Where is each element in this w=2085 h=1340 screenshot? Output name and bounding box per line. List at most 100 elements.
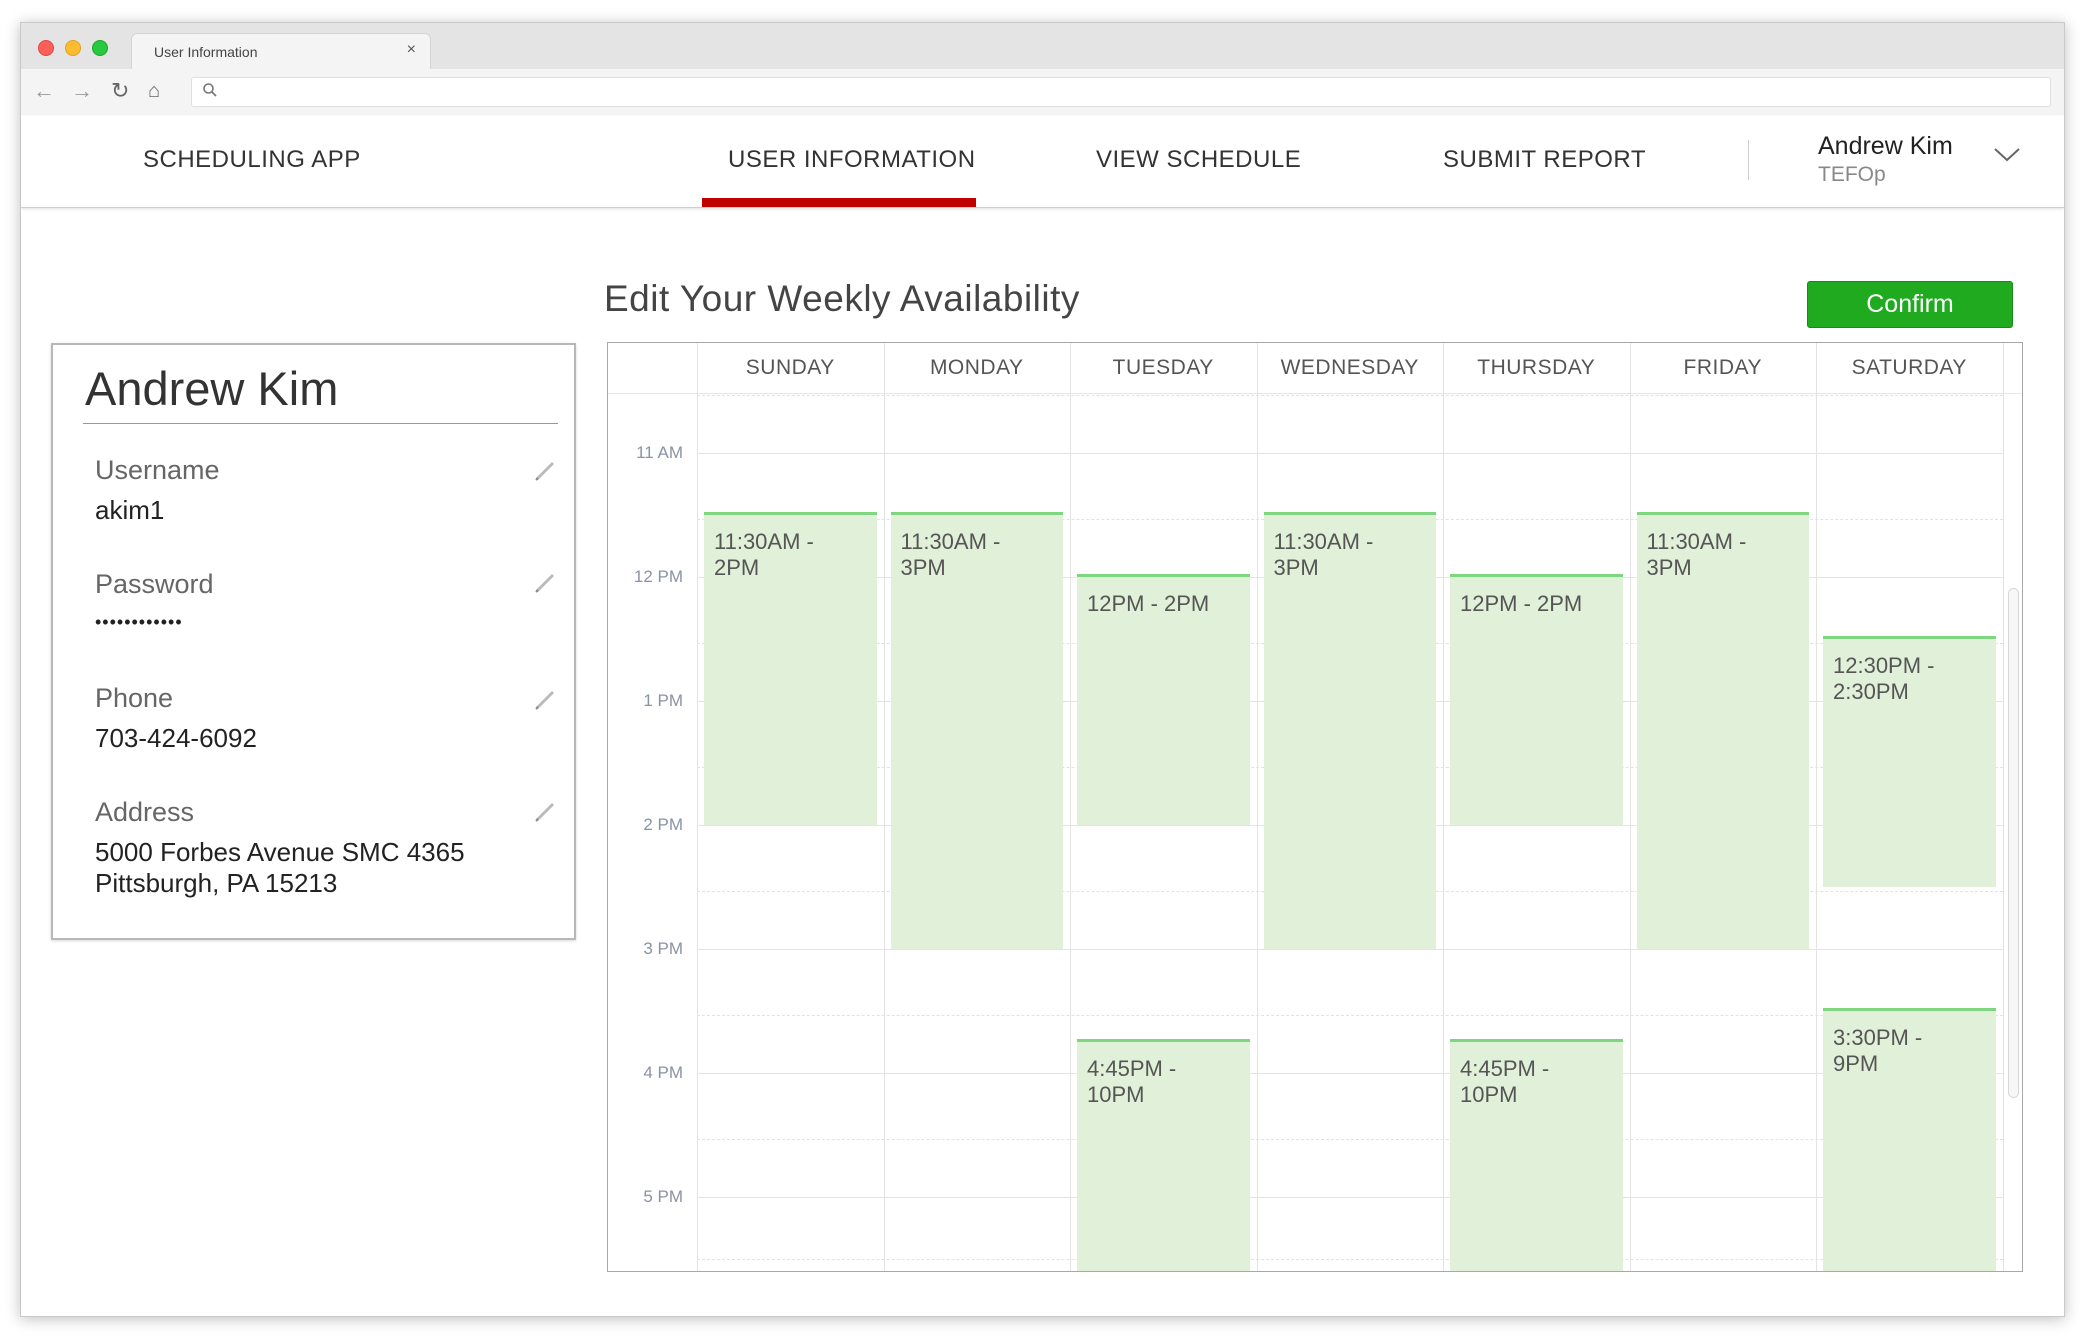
availability-block-label: 12:30PM -2:30PM — [1833, 653, 1935, 705]
active-nav-indicator — [702, 198, 976, 207]
block-label-line2: 3PM — [900, 555, 946, 580]
block-label-line1: 4:45PM - — [1460, 1056, 1550, 1081]
phone-value: 703-424-6092 — [95, 723, 257, 753]
grid-column-line — [2002, 343, 2004, 1271]
arrow-right-icon[interactable]: → — [71, 79, 93, 103]
block-label-line1: 3:30PM - — [1833, 1025, 1923, 1050]
time-label: 11 AM — [636, 443, 683, 462]
block-label-line1: 11:30AM - — [1273, 529, 1374, 554]
address-label: Address — [95, 797, 195, 827]
day-header-tuesday: TUESDAY — [1112, 356, 1214, 379]
block-label-line2: 3PM — [1646, 555, 1692, 580]
half-hour-line — [697, 1259, 2003, 1260]
availability-block[interactable]: 3:30PM -9PM — [1823, 1008, 1996, 1271]
availability-block[interactable]: 11:30AM -3PM — [1263, 512, 1436, 949]
block-label-line1: 11:30AM - — [1646, 529, 1747, 554]
browser-tab[interactable]: User Information × — [131, 33, 431, 69]
profile-divider — [83, 423, 558, 424]
pencil-icon[interactable] — [533, 688, 557, 712]
phone-label: Phone — [95, 683, 174, 713]
time-label: 1 PM — [643, 691, 683, 710]
half-hour-line — [697, 1139, 2003, 1140]
password-label: Password — [95, 569, 214, 599]
minimize-window-button[interactable] — [65, 40, 81, 56]
app-header: SCHEDULING APP USER INFORMATION VIEW SCH… — [21, 116, 2064, 208]
app-brand[interactable]: SCHEDULING APP — [143, 146, 361, 174]
header-divider — [1748, 140, 1749, 180]
availability-block[interactable]: 4:45PM -10PM — [1077, 1039, 1250, 1271]
time-label: 5 PM — [643, 1187, 683, 1206]
time-label: 3 PM — [643, 939, 683, 958]
profile-card: Andrew Kim Username akim1 Password •••••… — [51, 343, 576, 940]
availability-block[interactable]: 12PM - 2PM — [1450, 574, 1623, 825]
pencil-icon[interactable] — [533, 459, 557, 483]
hour-line — [697, 949, 2003, 950]
half-hour-line — [697, 1015, 2003, 1016]
hour-line — [697, 1073, 2003, 1074]
block-label-line2: 2PM — [714, 555, 760, 580]
user-menu-org: TEFOp — [1818, 163, 1886, 186]
block-label-line1: 12PM - 2PM — [1460, 591, 1583, 616]
time-label: 4 PM — [643, 1063, 683, 1082]
day-header-friday: FRIDAY — [1683, 356, 1762, 379]
browser-window: User Information × ← → ↻ ⌂ SCHEDULING AP… — [20, 22, 2065, 1317]
home-icon[interactable]: ⌂ — [148, 79, 160, 103]
nav-user-information[interactable]: USER INFORMATION — [728, 146, 976, 174]
availability-block[interactable]: 11:30AM -2PM — [704, 512, 877, 825]
username-value: akim1 — [95, 495, 165, 525]
time-label: 12 PM — [633, 567, 683, 586]
day-header-sunday: SUNDAY — [745, 356, 835, 379]
availability-block-label: 11:30AM -3PM — [901, 529, 1001, 581]
availability-block[interactable]: 11:30AM -3PM — [890, 512, 1063, 949]
availability-block[interactable]: 4:45PM -10PM — [1450, 1039, 1623, 1271]
hour-line — [697, 1197, 2003, 1198]
nav-view-schedule[interactable]: VIEW SCHEDULE — [1096, 146, 1301, 174]
user-menu-name[interactable]: Andrew Kim — [1818, 132, 1953, 161]
availability-block[interactable]: 12:30PM -2:30PM — [1823, 636, 1996, 887]
availability-block-label: 4:45PM -10PM — [1087, 1056, 1176, 1108]
address-line2: Pittsburgh, PA 15213 — [95, 868, 338, 898]
block-label-line2: 10PM — [1087, 1082, 1145, 1107]
availability-block-label: 12PM - 2PM — [1087, 591, 1209, 617]
browser-chrome: User Information × ← → ↻ ⌂ — [21, 23, 2064, 115]
availability-block-label: 11:30AM -3PM — [1647, 529, 1747, 581]
block-label-line2: 3PM — [1273, 555, 1319, 580]
block-label-line2: 10PM — [1460, 1082, 1518, 1107]
close-window-button[interactable] — [38, 40, 54, 56]
availability-block-label: 11:30AM -3PM — [1274, 529, 1374, 581]
username-label: Username — [95, 455, 220, 485]
availability-block-label: 3:30PM -9PM — [1833, 1025, 1922, 1077]
availability-grid: SUNDAY MONDAY TUESDAY WEDNESDAY THURSDAY FRID… — [607, 342, 2023, 1272]
pencil-icon[interactable] — [533, 571, 557, 595]
browser-toolbar: ← → ↻ ⌂ — [21, 69, 2064, 115]
maximize-window-button[interactable] — [92, 40, 108, 56]
tab-close-icon[interactable]: × — [407, 41, 416, 59]
profile-name: Andrew Kim — [85, 362, 339, 415]
block-label-line1: 11:30AM - — [900, 529, 1001, 554]
grid-column-line — [1256, 343, 1258, 1271]
address-line1: 5000 Forbes Avenue SMC 4365 — [95, 837, 465, 867]
tab-strip: User Information × — [21, 23, 2064, 69]
chevron-down-icon[interactable] — [1993, 144, 2021, 164]
hour-line — [697, 453, 2003, 454]
nav-submit-report[interactable]: SUBMIT REPORT — [1443, 146, 1646, 174]
block-label-line1: 11:30AM - — [714, 529, 814, 554]
availability-block[interactable]: 12PM - 2PM — [1077, 574, 1250, 825]
search-icon — [202, 82, 218, 102]
pencil-icon[interactable] — [533, 800, 557, 824]
half-hour-line — [697, 395, 2003, 396]
password-value: •••••••••••• — [95, 612, 183, 632]
tab-title: User Information — [154, 44, 258, 60]
grid-column-line — [883, 343, 885, 1271]
grid-column-line — [697, 343, 698, 1271]
grid-scrollbar[interactable] — [2008, 588, 2019, 1098]
confirm-button[interactable]: Confirm — [1807, 281, 2013, 328]
address-bar[interactable] — [191, 77, 2051, 107]
block-label-line2: 2:30PM — [1833, 679, 1909, 704]
block-label-line1: 4:45PM - — [1087, 1056, 1177, 1081]
grid-column-line — [1629, 343, 1631, 1271]
reload-icon[interactable]: ↻ — [111, 79, 129, 103]
availability-block[interactable]: 11:30AM -3PM — [1636, 512, 1809, 949]
arrow-left-icon[interactable]: ← — [33, 79, 55, 103]
grid-column-line — [1816, 343, 1817, 1271]
